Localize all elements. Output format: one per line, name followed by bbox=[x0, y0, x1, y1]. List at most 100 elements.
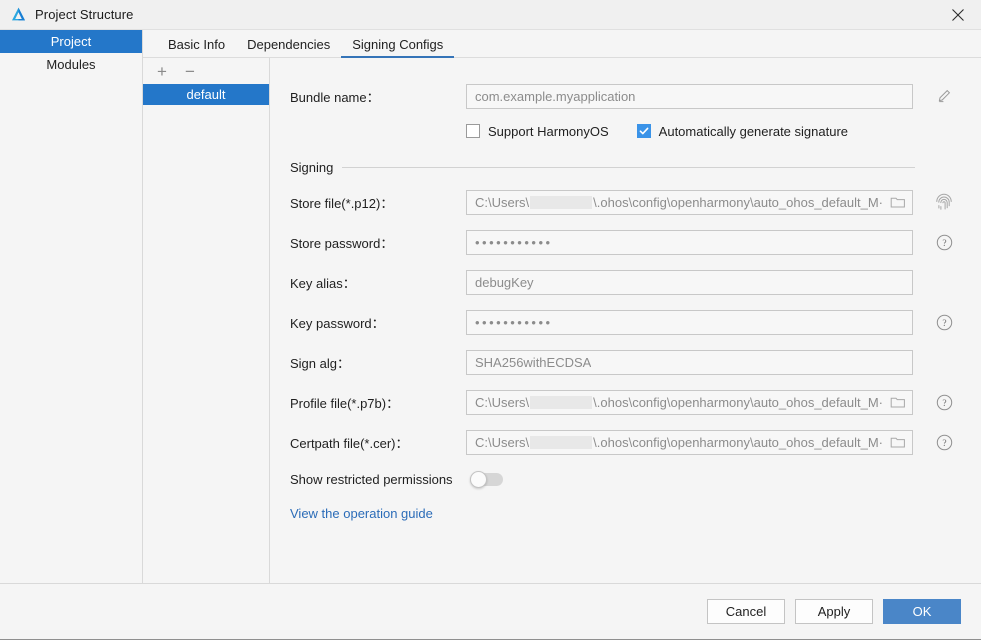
store-file-prefix: C:\Users\ bbox=[475, 194, 530, 210]
bundle-name-input[interactable]: com.example.myapplication bbox=[466, 83, 913, 109]
tab-bar: Basic Info Dependencies Signing Configs bbox=[143, 30, 981, 58]
support-harmonyos-checkbox[interactable] bbox=[466, 124, 480, 138]
auto-generate-signature-label[interactable]: Automatically generate signature bbox=[659, 124, 848, 139]
key-password-control: ••••••••••• ? bbox=[466, 309, 961, 335]
sidebar-item-modules[interactable]: Modules bbox=[0, 53, 142, 76]
redacted-username bbox=[530, 195, 593, 209]
key-alias-value: debugKey bbox=[475, 274, 534, 290]
certpath-file-prefix: C:\Users\ bbox=[475, 434, 530, 450]
apply-button[interactable]: Apply bbox=[795, 599, 873, 624]
sidebar-item-project[interactable]: Project bbox=[0, 30, 142, 53]
store-file-row: Store file(*.p12)： C:\Users\ \.ohos\conf… bbox=[270, 182, 981, 222]
help-icon[interactable]: ? bbox=[936, 434, 953, 451]
store-password-row: Store password： ••••••••••• ? bbox=[270, 222, 981, 262]
certpath-file-control: C:\Users\ \.ohos\config\openharmony\auto… bbox=[466, 429, 961, 455]
help-icon[interactable]: ? bbox=[936, 394, 953, 411]
store-password-control: ••••••••••• ? bbox=[466, 229, 961, 255]
svg-text:?: ? bbox=[942, 439, 946, 449]
fingerprint-icon[interactable] bbox=[934, 192, 954, 212]
svg-text:?: ? bbox=[942, 239, 946, 249]
bundle-name-row: Bundle name： com.example.myapplication bbox=[270, 76, 981, 116]
ok-button[interactable]: OK bbox=[883, 599, 961, 624]
certpath-file-value: C:\Users\ \.ohos\config\openharmony\auto… bbox=[475, 435, 883, 450]
svg-text:?: ? bbox=[942, 399, 946, 409]
signing-section-header: Signing bbox=[270, 152, 981, 182]
store-password-aux: ? bbox=[927, 234, 961, 251]
profile-file-suffix: \.ohos\config\openharmony\auto_ohos_defa… bbox=[593, 394, 883, 410]
sign-alg-row: Sign alg： SHA256withECDSA bbox=[270, 342, 981, 382]
certpath-file-input[interactable]: C:\Users\ \.ohos\config\openharmony\auto… bbox=[466, 429, 913, 455]
dialog-footer: Cancel Apply OK bbox=[0, 583, 981, 639]
dialog-body: Project Modules Basic Info Dependencies … bbox=[0, 29, 981, 583]
store-file-label: Store file(*.p12)： bbox=[290, 195, 394, 211]
store-password-value: ••••••••••• bbox=[475, 234, 553, 250]
key-password-input[interactable]: ••••••••••• bbox=[466, 309, 913, 335]
show-restricted-permissions-row: Show restricted permissions bbox=[270, 462, 981, 496]
certpath-file-suffix: \.ohos\config\openharmony\auto_ohos_defa… bbox=[593, 434, 883, 450]
profile-file-value: C:\Users\ \.ohos\config\openharmony\auto… bbox=[475, 395, 883, 410]
sign-alg-label: Sign alg： bbox=[290, 355, 350, 371]
help-icon[interactable]: ? bbox=[936, 234, 953, 251]
panel-row: + − default Bundle name： com.example.mya… bbox=[143, 58, 981, 583]
folder-icon[interactable] bbox=[890, 395, 906, 409]
profile-file-prefix: C:\Users\ bbox=[475, 394, 530, 410]
certpath-file-aux: ? bbox=[927, 434, 961, 451]
tab-basic-info[interactable]: Basic Info bbox=[157, 37, 236, 57]
key-alias-control: debugKey bbox=[466, 269, 961, 295]
tab-signing-configs[interactable]: Signing Configs bbox=[341, 37, 455, 58]
remove-config-button[interactable]: − bbox=[183, 63, 197, 80]
signing-form: Bundle name： com.example.myapplication S… bbox=[270, 58, 981, 583]
store-file-value: C:\Users\ \.ohos\config\openharmony\auto… bbox=[475, 195, 883, 210]
toggle-knob bbox=[470, 470, 487, 488]
store-file-control: C:\Users\ \.ohos\config\openharmony\auto… bbox=[466, 189, 961, 215]
add-config-button[interactable]: + bbox=[155, 63, 169, 80]
signing-section-title: Signing bbox=[290, 159, 334, 175]
bundle-name-value: com.example.myapplication bbox=[475, 88, 636, 104]
profile-file-control: C:\Users\ \.ohos\config\openharmony\auto… bbox=[466, 389, 961, 415]
config-list-item-default[interactable]: default bbox=[143, 84, 269, 105]
sign-alg-value: SHA256withECDSA bbox=[475, 354, 592, 370]
view-operation-guide-link[interactable]: View the operation guide bbox=[290, 506, 433, 521]
tab-dependencies[interactable]: Dependencies bbox=[236, 37, 341, 57]
store-file-input[interactable]: C:\Users\ \.ohos\config\openharmony\auto… bbox=[466, 189, 913, 215]
store-password-label: Store password： bbox=[290, 235, 394, 251]
store-file-suffix: \.ohos\config\openharmony\auto_ohos_defa… bbox=[593, 194, 883, 210]
folder-icon[interactable] bbox=[890, 195, 906, 209]
key-alias-input[interactable]: debugKey bbox=[466, 269, 913, 295]
svg-text:?: ? bbox=[942, 319, 946, 329]
show-restricted-permissions-control bbox=[470, 470, 503, 488]
help-icon[interactable]: ? bbox=[936, 314, 953, 331]
sign-alg-input[interactable]: SHA256withECDSA bbox=[466, 349, 913, 375]
guide-link-row: View the operation guide bbox=[270, 496, 981, 530]
profile-file-aux: ? bbox=[927, 394, 961, 411]
profile-file-input[interactable]: C:\Users\ \.ohos\config\openharmony\auto… bbox=[466, 389, 913, 415]
key-alias-row: Key alias： debugKey bbox=[270, 262, 981, 302]
support-harmonyos-label[interactable]: Support HarmonyOS bbox=[488, 124, 609, 139]
profile-file-row: Profile file(*.p7b)： C:\Users\ \.ohos\co… bbox=[270, 382, 981, 422]
auto-generate-signature-checkbox[interactable] bbox=[636, 124, 651, 138]
show-restricted-permissions-label: Show restricted permissions bbox=[290, 471, 453, 487]
key-password-label: Key password： bbox=[290, 315, 385, 331]
key-password-aux: ? bbox=[927, 314, 961, 331]
sign-alg-control: SHA256withECDSA bbox=[466, 349, 961, 375]
pencil-edit-icon[interactable] bbox=[936, 88, 952, 104]
deveco-logo-icon bbox=[9, 6, 27, 24]
cancel-button[interactable]: Cancel bbox=[707, 599, 785, 624]
close-icon[interactable] bbox=[935, 0, 981, 29]
bundle-name-control: com.example.myapplication bbox=[466, 83, 961, 109]
certpath-file-label: Certpath file(*.cer)： bbox=[290, 435, 409, 451]
right-pane: Basic Info Dependencies Signing Configs … bbox=[143, 30, 981, 583]
window-title: Project Structure bbox=[35, 7, 134, 22]
key-password-row: Key password： ••••••••••• ? bbox=[270, 302, 981, 342]
sidebar: Project Modules bbox=[0, 30, 143, 583]
bundle-name-aux bbox=[927, 88, 961, 104]
profile-file-label: Profile file(*.p7b)： bbox=[290, 395, 400, 411]
config-list-toolbar: + − bbox=[143, 58, 269, 84]
key-alias-label: Key alias： bbox=[290, 275, 356, 291]
folder-icon[interactable] bbox=[890, 435, 906, 449]
show-restricted-permissions-toggle[interactable] bbox=[470, 470, 503, 488]
section-divider bbox=[342, 166, 915, 168]
signing-config-list: + − default bbox=[143, 58, 270, 583]
store-password-input[interactable]: ••••••••••• bbox=[466, 229, 913, 255]
redacted-username bbox=[530, 435, 593, 449]
